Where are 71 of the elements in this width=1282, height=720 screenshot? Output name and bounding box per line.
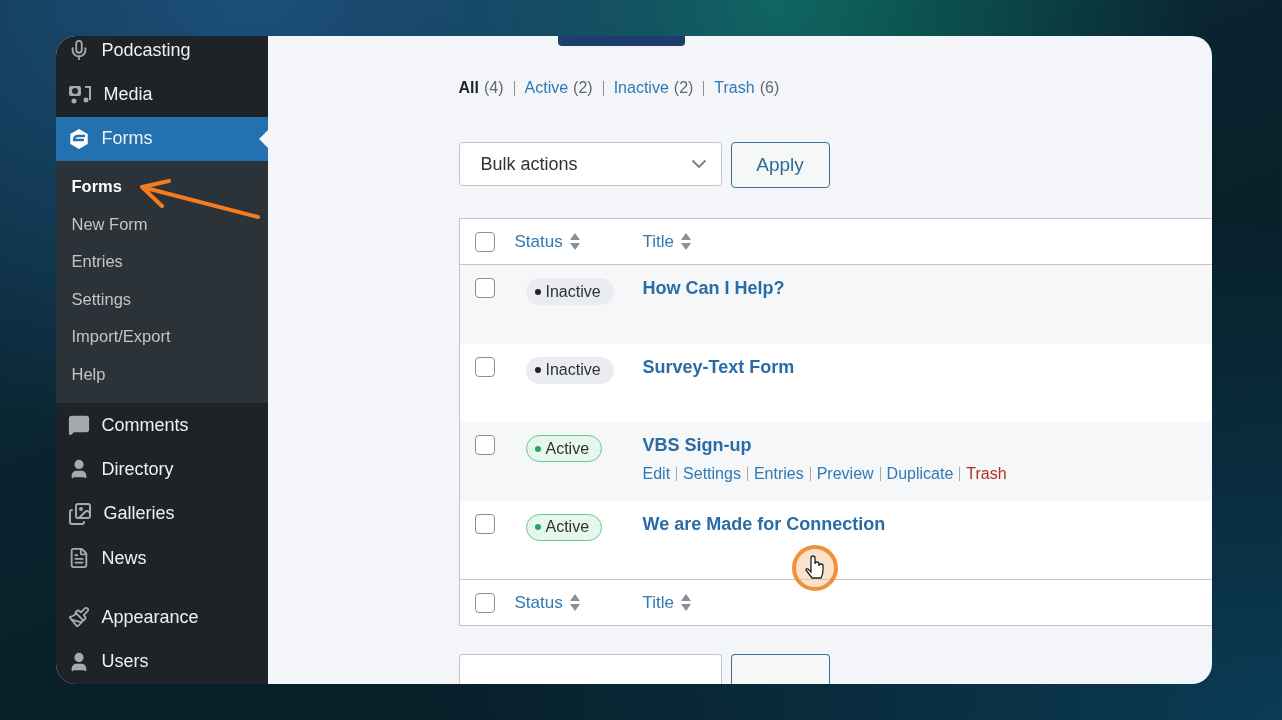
menu-label: Galleries [103,503,175,525]
menu-label: Directory [101,458,174,480]
menu-label: Appearance [101,606,199,628]
sort-icon [680,232,692,251]
form-title-link[interactable]: How Can I Help? [642,278,785,299]
gallery-icon [67,501,92,526]
menu-item[interactable]: Forms [55,116,268,161]
sort-icon [568,232,581,251]
menu-label: Users [101,651,149,673]
menu-label: Podcasting [101,39,191,61]
filter-link[interactable]: Trash [714,79,755,97]
column-header[interactable]: Status [514,592,581,613]
apply-button[interactable] [730,654,830,684]
menu-item[interactable]: Users [55,639,268,684]
menu-item[interactable]: Media [55,72,268,117]
apply-button[interactable]: Apply [730,142,830,188]
row-action-link[interactable]: Duplicate [886,465,954,483]
row-action-link[interactable]: Preview [816,465,874,483]
forms-icon [67,127,90,150]
checkbox[interactable] [474,356,495,377]
menu-label: Forms [101,128,153,150]
checkbox[interactable] [474,435,495,455]
filter-link[interactable]: All [458,79,479,97]
sort-icon [568,593,581,612]
menu-label: News [101,547,147,569]
form-title-link[interactable]: Survey-Text Form [642,356,795,378]
filter-link[interactable]: Inactive [613,79,669,97]
menu-label: Media [103,84,153,105]
filter-link[interactable]: Active [524,79,569,97]
camera-music-icon [67,83,92,106]
column-header[interactable]: Title [642,231,692,252]
menu-pointer [258,129,268,148]
speech-bubble-icon [67,414,90,437]
row-action-link[interactable]: Edit [642,465,671,483]
submenu-item[interactable]: New Form [55,205,268,243]
filter-count: (6) [759,79,780,97]
sort-icon [680,593,692,612]
status-badge: Inactive [525,356,614,384]
status-badge: Inactive [525,278,614,305]
filter-count: (2) [673,79,694,97]
column-header[interactable]: Status [514,231,581,252]
status-badge: Active [525,513,603,541]
menu-item[interactable]: Podcasting [55,36,268,73]
checkbox[interactable] [474,513,495,534]
menu-item[interactable]: Comments [55,403,268,448]
form-title-link[interactable]: VBS Sign-up [642,435,1007,456]
menu-item[interactable]: Appearance [55,595,268,640]
menu-item[interactable]: Directory [55,447,268,492]
submenu-item[interactable]: Help [55,355,268,393]
row-action-link[interactable]: Trash [966,465,1007,483]
menu-item[interactable]: Galleries [55,491,268,536]
submenu-item[interactable]: Import/Export [55,318,268,356]
paintbrush-icon [67,606,90,629]
bulk-actions-select[interactable]: Bulk actions [458,142,722,186]
checkbox[interactable] [474,592,495,613]
bulk-actions-select[interactable] [458,654,722,684]
row-action-link[interactable]: Settings [683,465,741,483]
submenu-item[interactable]: Settings [55,280,268,318]
chevron-down-icon [690,159,707,169]
checkbox[interactable] [474,278,495,298]
submenu-item[interactable]: Entries [55,243,268,281]
filter-count: (4) [483,79,504,97]
filter-count: (2) [573,79,593,97]
row-action-link[interactable]: Entries [753,465,804,483]
column-header[interactable]: Title [642,592,692,613]
menu-label: Comments [101,414,189,436]
menu-item[interactable]: News [55,535,268,581]
submenu-item[interactable]: Forms [55,168,268,206]
checkbox[interactable] [474,231,495,252]
status-badge: Active [525,435,603,462]
form-title-link[interactable]: We are Made for Connection [642,513,886,535]
